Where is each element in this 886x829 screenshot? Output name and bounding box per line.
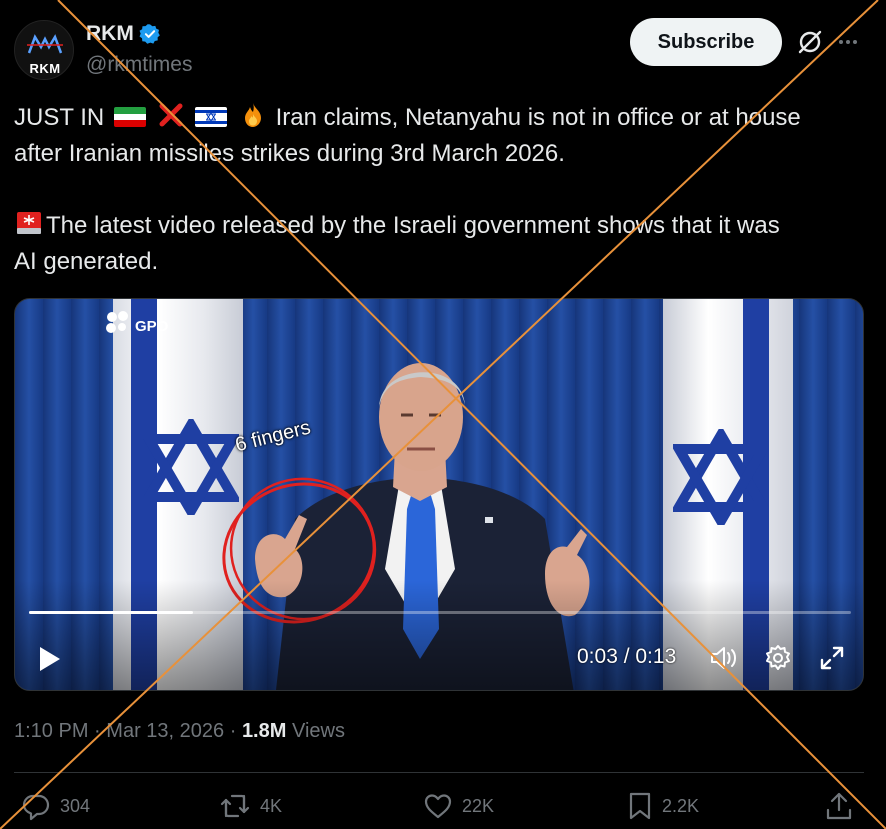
star-of-david-icon <box>673 429 769 525</box>
verified-badge-icon <box>139 24 160 44</box>
share-icon <box>826 792 852 820</box>
divider <box>14 772 864 773</box>
tweet-meta: 1:10 PM · Mar 13, 2026 · 1.8M Views <box>14 720 345 743</box>
views-count: 1.8M <box>241 720 287 742</box>
tweet-line-1-prefix: JUST IN <box>14 104 105 131</box>
display-name[interactable]: RKM <box>86 22 134 46</box>
tweet-line-3-suffix: The latest video released by the Israeli… <box>46 212 780 239</box>
video-time: 0:03 / 0:13 <box>577 645 677 668</box>
reply-icon <box>22 794 50 821</box>
gpo-watermark: GPO <box>103 309 168 335</box>
tweet-line-4: AI generated. <box>14 248 159 275</box>
siren-icon <box>17 212 41 234</box>
video-controls-shade <box>15 580 863 690</box>
bookmark-icon <box>629 792 651 820</box>
reply-button[interactable]: 304 <box>20 790 90 822</box>
bookmark-button[interactable]: 2.2K <box>626 790 699 822</box>
video-progress-bar[interactable] <box>29 611 851 614</box>
action-bar: 304 4K 22K 2.2K <box>14 790 864 826</box>
play-icon[interactable] <box>37 645 63 673</box>
avatar-label: RKM <box>29 61 61 76</box>
grok-icon[interactable] <box>796 28 824 56</box>
repost-button[interactable]: 4K <box>218 790 282 822</box>
more-options-icon[interactable] <box>836 30 860 54</box>
tweet-line-2: after Iranian missiles strikes during 3r… <box>14 140 565 167</box>
reply-count: 304 <box>60 795 91 816</box>
avatar[interactable]: RKM <box>14 20 74 80</box>
israel-flag-icon <box>195 107 228 127</box>
iran-flag-icon <box>113 107 146 127</box>
cross-mark-icon <box>159 103 183 127</box>
name-row: RKM <box>86 22 161 46</box>
tweet-line-1-suffix: Iran claims, Netanyahu is not in office … <box>275 104 801 131</box>
gpo-logo-icon <box>106 311 128 333</box>
heart-icon <box>424 794 452 819</box>
repost-icon <box>220 794 250 818</box>
like-button[interactable]: 22K <box>422 790 494 822</box>
like-count: 22K <box>462 795 495 816</box>
meta-separator: · <box>94 720 101 742</box>
video-player[interactable]: GPO 6 fingers 0:03 / 0:13 <box>14 298 864 691</box>
user-handle[interactable]: @rkmtimes <box>86 53 192 77</box>
tweet-date[interactable]: Mar 13, 2026 <box>106 720 224 742</box>
bookmark-count: 2.2K <box>662 795 700 816</box>
fire-icon <box>244 103 261 127</box>
rkm-logo-icon <box>27 34 63 54</box>
gpo-label: GPO <box>135 318 169 335</box>
tweet-time[interactable]: 1:10 PM <box>14 720 88 742</box>
volume-muted-icon[interactable] <box>708 643 738 673</box>
tweet-line-1: JUST IN Iran claims, Netanyahu is not in… <box>14 100 864 136</box>
tweet-header: RKM RKM @rkmtimes Subscribe <box>14 16 872 80</box>
fullscreen-icon[interactable] <box>818 644 846 672</box>
share-button[interactable] <box>824 790 862 822</box>
views-label: Views <box>291 720 345 742</box>
video-progress-fill <box>29 611 194 614</box>
subscribe-button[interactable]: Subscribe <box>630 18 782 66</box>
repost-count: 4K <box>260 795 283 816</box>
tweet-line-3: The latest video released by the Israeli… <box>14 208 864 244</box>
tweet-text: JUST IN Iran claims, Netanyahu is not in… <box>14 100 864 280</box>
settings-gear-icon[interactable] <box>764 644 792 672</box>
meta-separator: · <box>229 720 237 742</box>
